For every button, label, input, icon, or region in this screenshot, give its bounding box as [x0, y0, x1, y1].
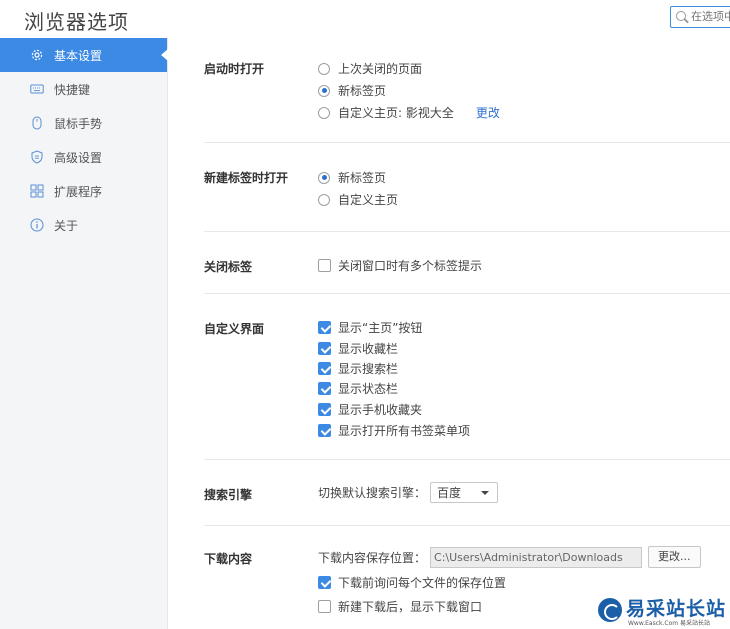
sidebar-item-label: 快捷键 — [54, 82, 91, 97]
extensions-icon — [30, 184, 44, 198]
search-engine-row: 切换默认搜索引擎： 百度 — [318, 482, 499, 503]
search-input[interactable] — [691, 10, 730, 23]
custom-ui-option-bookmarks-bar[interactable]: 显示收藏栏 — [318, 340, 398, 357]
startup-option-custom-home[interactable]: 自定义主页: 影视大全 更改 — [318, 104, 500, 121]
custom-ui-option-mobile-favorites[interactable]: 显示手机收藏夹 — [318, 401, 422, 418]
option-label: 新标签页 — [338, 171, 387, 185]
checkbox[interactable] — [318, 259, 331, 272]
checkbox[interactable] — [318, 424, 331, 437]
sidebar-item-advanced-settings[interactable]: 高级设置 — [0, 140, 167, 174]
sidebar-item-extensions[interactable]: 扩展程序 — [0, 174, 167, 208]
sidebar-item-basic-settings[interactable]: 基本设置 — [0, 38, 168, 72]
section-label: 搜索引擎 — [204, 488, 253, 502]
section-close-tab: 关闭标签 关闭窗口时有多个标签提示 — [204, 232, 730, 294]
keyboard-icon — [30, 82, 44, 96]
sidebar-item-label: 高级设置 — [54, 150, 103, 165]
close-tab-option-warn[interactable]: 关闭窗口时有多个标签提示 — [318, 257, 482, 274]
sidebar-item-label: 基本设置 — [54, 48, 103, 63]
checkbox[interactable] — [318, 342, 331, 355]
option-label: 下载前询问每个文件的保存位置 — [338, 576, 507, 590]
section-search-engine: 搜索引擎 切换默认搜索引擎： 百度 — [204, 460, 730, 526]
startup-option-new-tab[interactable]: 新标签页 — [318, 82, 386, 99]
download-location-row: 下载内容保存位置： C:\Users\Administrator\Downloa… — [318, 546, 701, 568]
option-label: 显示“主页”按钮 — [338, 321, 423, 335]
search-engine-select[interactable]: 百度 — [430, 482, 499, 503]
downloads-option-ask-location[interactable]: 下载前询问每个文件的保存位置 — [318, 574, 506, 591]
downloads-option-show-window[interactable]: 新建下载后，显示下载窗口 — [318, 598, 482, 615]
watermark-subtext: Www.Easck.Com 易采站长站 — [628, 620, 710, 627]
checkbox[interactable] — [318, 382, 331, 395]
download-location-label: 下载内容保存位置： — [318, 550, 427, 565]
radio-button[interactable] — [318, 171, 330, 184]
radio-button[interactable] — [318, 193, 330, 206]
section-label: 自定义界面 — [204, 322, 265, 336]
checkbox[interactable] — [318, 600, 331, 613]
section-custom-ui: 自定义界面 显示“主页”按钮 显示收藏栏 显示搜索栏 显示状态栏 显示手机收藏夹… — [204, 294, 730, 460]
sidebar-item-about[interactable]: 关于 — [0, 208, 167, 242]
gear-icon — [30, 48, 44, 62]
radio-button[interactable] — [318, 62, 330, 75]
change-location-button[interactable]: 更改... — [648, 546, 701, 568]
checkbox[interactable] — [318, 403, 331, 416]
option-label: 新标签页 — [338, 84, 387, 98]
sidebar-item-shortcuts[interactable]: 快捷键 — [0, 72, 167, 106]
radio-button[interactable] — [318, 106, 330, 119]
watermark-text: 易采站长站 — [626, 598, 727, 620]
startup-option-last-session[interactable]: 上次关闭的页面 — [318, 60, 422, 77]
new-tab-option-custom-home[interactable]: 自定义主页 — [318, 191, 398, 208]
section-new-tab: 新建标签时打开 新标签页 自定义主页 — [204, 143, 730, 232]
sidebar-item-label: 扩展程序 — [54, 184, 103, 199]
shield-icon — [30, 150, 44, 164]
custom-ui-option-search-bar[interactable]: 显示搜索栏 — [318, 360, 398, 377]
radio-button[interactable] — [318, 84, 330, 97]
option-label: 显示收藏栏 — [338, 342, 399, 356]
option-label: 关闭窗口时有多个标签提示 — [338, 259, 483, 273]
option-label: 显示手机收藏夹 — [338, 403, 423, 417]
new-tab-option-new-tab[interactable]: 新标签页 — [318, 169, 386, 186]
sidebar-item-label: 关于 — [54, 218, 79, 233]
change-home-link[interactable]: 更改 — [476, 104, 500, 121]
mouse-icon — [30, 116, 44, 130]
custom-ui-option-home-button[interactable]: 显示“主页”按钮 — [318, 319, 422, 336]
info-icon — [30, 218, 44, 232]
page-title: 浏览器选项 — [24, 10, 129, 34]
option-label: 自定义主页 — [338, 193, 399, 207]
option-label: 显示状态栏 — [338, 382, 399, 396]
sidebar-item-mouse-gestures[interactable]: 鼠标手势 — [0, 106, 167, 140]
custom-ui-option-status-bar[interactable]: 显示状态栏 — [318, 380, 398, 397]
search-box[interactable] — [670, 6, 730, 28]
option-label: 自定义主页: 影视大全 — [338, 106, 454, 120]
checkbox[interactable] — [318, 321, 331, 334]
option-label: 上次关闭的页面 — [338, 62, 423, 76]
watermark: 易采站长站 Www.Easck.Com 易采站长站 — [598, 596, 730, 629]
chevron-down-icon — [481, 490, 490, 495]
search-engine-prompt: 切换默认搜索引擎： — [318, 486, 427, 500]
checkbox[interactable] — [318, 362, 331, 375]
settings-content: 启动时打开 上次关闭的页面 新标签页 自定义主页: 影视大全 更改 新建标签时打… — [168, 38, 730, 629]
option-label: 新建下载后，显示下载窗口 — [338, 600, 483, 614]
section-label: 新建标签时打开 — [204, 171, 289, 185]
option-label: 显示打开所有书签菜单项 — [338, 424, 471, 438]
header: 浏览器选项 — [0, 0, 730, 38]
watermark-logo-icon — [598, 598, 622, 622]
section-startup: 启动时打开 上次关闭的页面 新标签页 自定义主页: 影视大全 更改 — [204, 38, 730, 143]
sidebar: 基本设置 快捷键 鼠标手势 高级设置 扩展程序 关于 — [0, 38, 168, 629]
option-label: 显示搜索栏 — [338, 362, 399, 376]
sidebar-item-label: 鼠标手势 — [54, 116, 103, 131]
search-engine-value: 百度 — [437, 486, 462, 500]
section-label: 下载内容 — [204, 552, 253, 566]
download-location-field: C:\Users\Administrator\Downloads — [430, 546, 643, 568]
checkbox[interactable] — [318, 576, 331, 589]
custom-ui-option-open-all-bookmarks[interactable]: 显示打开所有书签菜单项 — [318, 422, 470, 439]
search-icon — [676, 11, 686, 21]
section-label: 关闭标签 — [204, 260, 253, 274]
section-label: 启动时打开 — [204, 62, 265, 76]
